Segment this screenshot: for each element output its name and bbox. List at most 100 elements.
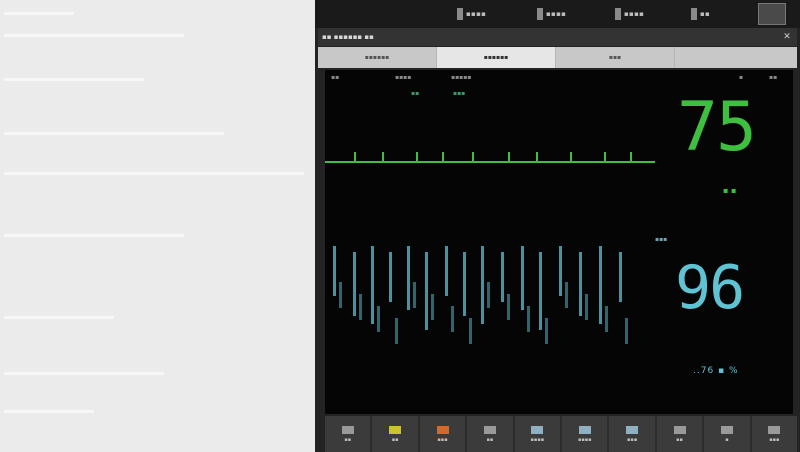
placeholder-line (4, 34, 184, 37)
toolbar-label: ▪ (725, 436, 729, 443)
toolbar-label: ▪▪ (344, 436, 352, 443)
pleth-label: ▪▪▪ (655, 236, 668, 243)
pleth-bar (451, 306, 454, 332)
pleth-bar (389, 252, 392, 302)
toolbar-button[interactable]: ▪▪▪ (751, 416, 798, 452)
network-icon (537, 8, 543, 20)
status-item[interactable]: ▪▪ (691, 6, 710, 22)
heart-rate-unit: ▪ ▪ (723, 186, 737, 195)
placeholder-line (4, 78, 144, 81)
placeholder-line (4, 172, 304, 175)
toolbar-button[interactable]: ▪▪ (325, 416, 371, 452)
review-icon (531, 425, 544, 434)
pleth-bar (527, 306, 530, 332)
pleth-bar (469, 318, 472, 344)
trend-icon (578, 425, 591, 434)
status-item[interactable]: ▪▪▪▪ (457, 6, 486, 22)
pleth-bar (407, 246, 410, 310)
pleth-bar (619, 252, 622, 302)
pleth-bar (599, 246, 602, 324)
tab-3[interactable]: ▪▪▪ (556, 47, 675, 68)
more-icon (768, 425, 781, 434)
toolbar-button[interactable]: ▪▪ (467, 416, 513, 452)
status-item[interactable]: ▪▪▪▪ (537, 6, 566, 22)
pleth-bar (487, 282, 490, 308)
sound-icon (615, 8, 621, 20)
alarm-icon (691, 8, 697, 20)
pleth-bar (539, 252, 542, 330)
toolbar-label: ▪▪▪ (769, 436, 780, 443)
setup-icon (720, 425, 733, 434)
waveform-display: ▪▪ ▪▪▪▪ ▪▪▪▪▪ ▪ ▪▪ ▪▪ ▪▪▪ 75 ▪ ▪ ▪▪▪ 96 … (325, 70, 793, 414)
toolbar-button[interactable]: ▪▪ (656, 416, 703, 452)
header-label: ▪▪▪▪ (395, 74, 412, 81)
pleth-bar (425, 252, 428, 330)
status-bar: ▪▪▪▪ ▪▪▪▪ ▪▪▪▪ ▪▪ (315, 0, 800, 28)
pleth-bar (333, 246, 336, 296)
status-item[interactable]: ▪▪▪▪ (615, 6, 644, 22)
alert-icon (436, 425, 449, 434)
window-title-bar: ▪▪ ▪▪▪▪▪▪ ▪▪ ✕ (318, 28, 797, 46)
pleth-bar (339, 282, 342, 308)
patient-icon (673, 425, 686, 434)
placeholder-line (4, 234, 184, 237)
pleth-bar (395, 318, 398, 344)
bottom-toolbar: ▪▪ ▪▪ ▪▪▪ ▪▪ ▪▪▪▪ ▪▪▪▪ ▪▪▪ ▪▪ ▪ ▪▪▪ (325, 416, 798, 452)
toolbar-button[interactable]: ▪▪▪▪ (562, 416, 608, 452)
header-label: ▪▪ (769, 74, 778, 81)
toolbar-label: ▪▪ (486, 436, 494, 443)
toolbar-button[interactable]: ▪▪▪▪ (514, 416, 561, 452)
status-label: ▪▪▪▪ (624, 10, 645, 18)
toolbar-label: ▪▪ (676, 436, 683, 443)
toolbar-label: ▪▪▪ (437, 436, 448, 443)
doc-icon (341, 425, 354, 434)
tab-2[interactable]: ▪▪▪▪▪▪ (437, 47, 556, 68)
pleth-bar (463, 252, 466, 316)
pleth-bar (559, 246, 562, 296)
print-icon (626, 425, 639, 434)
header-label: ▪ (739, 74, 744, 81)
pleth-waveform (333, 246, 628, 344)
status-label: ▪▪▪▪ (466, 10, 487, 18)
tab-1[interactable]: ▪▪▪▪▪▪ (318, 47, 437, 68)
status-label: ▪▪ (700, 10, 711, 18)
pleth-bar (605, 306, 608, 332)
placeholder-line (4, 410, 94, 413)
pleth-bar (445, 246, 448, 296)
status-label: ▪▪▪▪ (546, 10, 567, 18)
toolbar-label: ▪▪▪▪ (577, 436, 592, 443)
pleth-bar (431, 294, 434, 320)
placeholder-line (4, 372, 164, 375)
toolbar-label: ▪▪ (391, 436, 399, 443)
toolbar-button[interactable]: ▪▪▪ (419, 416, 466, 452)
tab-bar: ▪▪▪▪▪▪ ▪▪▪▪▪▪ ▪▪▪ (318, 47, 797, 68)
window-title: ▪▪ ▪▪▪▪▪▪ ▪▪ (322, 33, 374, 41)
ecg-lead-label: ▪▪ (411, 90, 420, 97)
placeholder-line (4, 12, 74, 15)
spo2-value: 96 (675, 253, 745, 323)
pleth-bar (625, 318, 628, 344)
blank-icon (483, 425, 496, 434)
pleth-bar (501, 252, 504, 302)
pleth-bar (413, 282, 416, 308)
star-icon (389, 425, 402, 434)
header-label: ▪▪ (331, 74, 340, 81)
ecg-lead-label: ▪▪▪ (453, 90, 466, 97)
close-button[interactable]: ✕ (781, 31, 793, 43)
toolbar-label: ▪▪▪ (627, 436, 638, 443)
toolbar-button[interactable]: ▪▪▪ (609, 416, 655, 452)
pleth-bar (359, 294, 362, 320)
heart-rate-value: 75 (677, 88, 757, 167)
pleth-bar (565, 282, 568, 308)
pleth-bar (579, 252, 582, 316)
ecg-waveform (325, 152, 655, 163)
pleth-bar (507, 294, 510, 320)
battery-icon (457, 8, 463, 20)
spo2-readout: ..76 ▪ % (693, 366, 739, 376)
toolbar-button[interactable]: ▪ (704, 416, 750, 452)
pleth-bar (521, 246, 524, 310)
menu-icon[interactable] (758, 3, 786, 25)
pleth-bar (377, 306, 380, 332)
placeholder-line (4, 132, 224, 135)
toolbar-button[interactable]: ▪▪ (372, 416, 418, 452)
